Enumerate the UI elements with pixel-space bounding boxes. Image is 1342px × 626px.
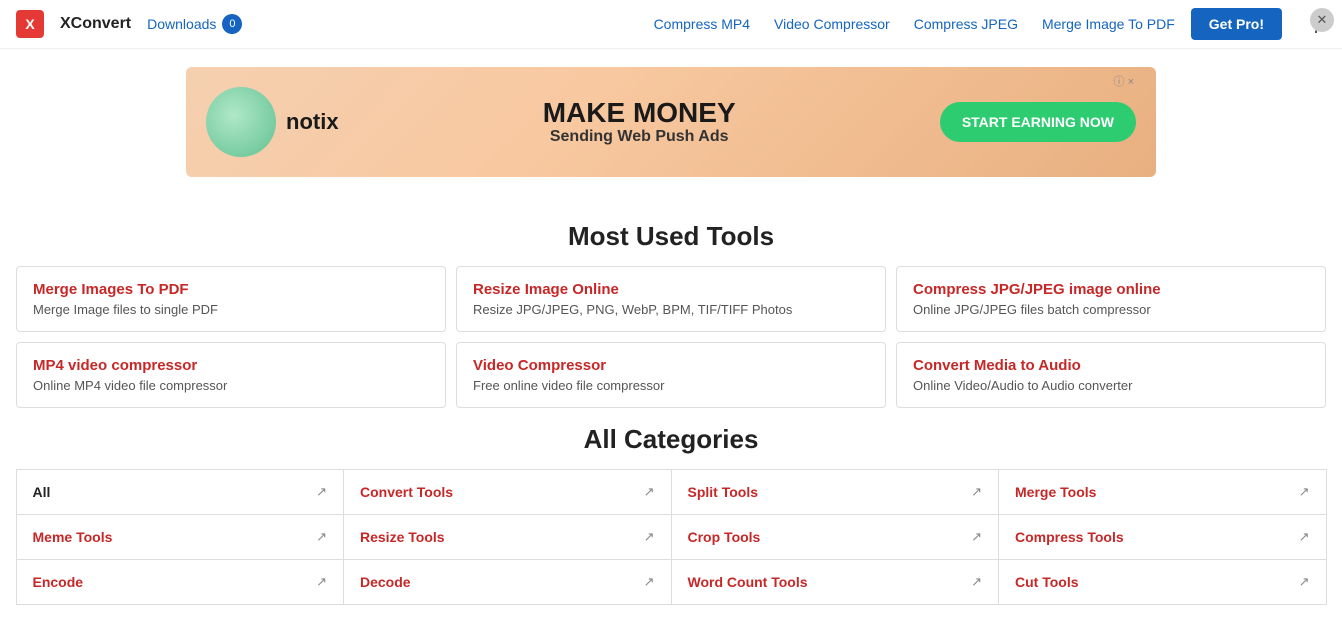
category-cut-tools-label: Cut Tools xyxy=(1015,574,1079,590)
category-cut-tools[interactable]: Cut Tools ↗ xyxy=(998,559,1327,605)
tool-card-desc-1: Resize JPG/JPEG, PNG, WebP, BPM, TIF/TIF… xyxy=(473,302,869,317)
category-convert-tools[interactable]: Convert Tools ↗ xyxy=(343,469,672,515)
tool-card-title-5: Convert Media to Audio xyxy=(913,357,1309,374)
category-merge-tools-label: Merge Tools xyxy=(1015,484,1096,500)
external-link-icon-5: ↗ xyxy=(644,529,655,545)
category-meme-tools-label: Meme Tools xyxy=(33,529,113,545)
header: X XConvert Downloads 0 Compress MP4 Vide… xyxy=(0,0,1342,49)
category-compress-tools[interactable]: Compress Tools ↗ xyxy=(998,514,1327,560)
tool-card-title-3: MP4 video compressor xyxy=(33,357,429,374)
category-split-tools[interactable]: Split Tools ↗ xyxy=(671,469,1000,515)
external-link-icon-7: ↗ xyxy=(1299,529,1310,545)
ad-subline: Sending Web Push Ads xyxy=(359,128,920,146)
category-all-label: All xyxy=(33,484,51,500)
nav-merge-image-to-pdf[interactable]: Merge Image To PDF xyxy=(1042,16,1175,32)
external-link-icon-3: ↗ xyxy=(1299,484,1310,500)
category-word-count-tools[interactable]: Word Count Tools ↗ xyxy=(671,559,1000,605)
tool-card-0[interactable]: Merge Images To PDF Merge Image files to… xyxy=(16,266,446,332)
category-compress-tools-label: Compress Tools xyxy=(1015,529,1124,545)
tool-card-3[interactable]: MP4 video compressor Online MP4 video fi… xyxy=(16,342,446,408)
tool-card-desc-0: Merge Image files to single PDF xyxy=(33,302,429,317)
tool-card-desc-2: Online JPG/JPEG files batch compressor xyxy=(913,302,1309,317)
downloads-badge: 0 xyxy=(222,14,242,34)
notix-circle-decoration xyxy=(206,87,276,157)
tool-card-title-0: Merge Images To PDF xyxy=(33,281,429,298)
external-link-icon-11: ↗ xyxy=(1299,574,1310,590)
external-link-icon-1: ↗ xyxy=(644,484,655,500)
tool-card-title-1: Resize Image Online xyxy=(473,281,869,298)
ad-cta-button[interactable]: START EARNING NOW xyxy=(940,102,1136,142)
external-link-icon-9: ↗ xyxy=(644,574,655,590)
tool-card-2[interactable]: Compress JPG/JPEG image online Online JP… xyxy=(896,266,1326,332)
nav-compress-jpeg[interactable]: Compress JPEG xyxy=(914,16,1018,32)
category-encode[interactable]: Encode ↗ xyxy=(16,559,345,605)
categories-grid: All ↗ Convert Tools ↗ Split Tools ↗ Merg… xyxy=(16,469,1326,604)
nav-video-compressor[interactable]: Video Compressor xyxy=(774,16,890,32)
most-used-title: Most Used Tools xyxy=(16,221,1326,252)
nav-compress-mp4[interactable]: Compress MP4 xyxy=(654,16,750,32)
category-decode[interactable]: Decode ↗ xyxy=(343,559,672,605)
category-resize-tools[interactable]: Resize Tools ↗ xyxy=(343,514,672,560)
external-link-icon-4: ↗ xyxy=(316,529,327,545)
ad-banner: notix MAKE MONEY Sending Web Push Ads ST… xyxy=(186,67,1156,177)
tool-card-desc-3: Online MP4 video file compressor xyxy=(33,378,429,393)
downloads-link[interactable]: Downloads 0 xyxy=(147,14,242,34)
downloads-label: Downloads xyxy=(147,16,216,32)
tool-card-title-4: Video Compressor xyxy=(473,357,869,374)
page-close-button[interactable]: ✕ xyxy=(1310,8,1334,32)
external-link-icon-8: ↗ xyxy=(316,574,327,590)
notix-brand: notix xyxy=(286,109,339,135)
tool-card-desc-5: Online Video/Audio to Audio converter xyxy=(913,378,1309,393)
tool-card-5[interactable]: Convert Media to Audio Online Video/Audi… xyxy=(896,342,1326,408)
all-categories-title: All Categories xyxy=(16,424,1326,455)
tool-card-4[interactable]: Video Compressor Free online video file … xyxy=(456,342,886,408)
category-resize-tools-label: Resize Tools xyxy=(360,529,445,545)
category-crop-tools[interactable]: Crop Tools ↗ xyxy=(671,514,1000,560)
category-decode-label: Decode xyxy=(360,574,411,590)
tool-card-1[interactable]: Resize Image Online Resize JPG/JPEG, PNG… xyxy=(456,266,886,332)
brand-name: XConvert xyxy=(60,15,131,33)
external-link-icon-2: ↗ xyxy=(971,484,982,500)
main-content: Most Used Tools Merge Images To PDF Merg… xyxy=(0,195,1342,614)
category-crop-tools-label: Crop Tools xyxy=(688,529,761,545)
external-link-icon-10: ↗ xyxy=(971,574,982,590)
external-link-icon-6: ↗ xyxy=(971,529,982,545)
get-pro-button[interactable]: Get Pro! xyxy=(1191,8,1282,40)
category-word-count-tools-label: Word Count Tools xyxy=(688,574,808,590)
category-split-tools-label: Split Tools xyxy=(688,484,759,500)
tool-card-title-2: Compress JPG/JPEG image online xyxy=(913,281,1309,298)
tool-card-desc-4: Free online video file compressor xyxy=(473,378,869,393)
logo-icon: X xyxy=(16,10,44,38)
category-merge-tools[interactable]: Merge Tools ↗ xyxy=(998,469,1327,515)
external-link-icon-0: ↗ xyxy=(316,484,327,500)
category-all[interactable]: All ↗ xyxy=(16,469,345,515)
category-convert-tools-label: Convert Tools xyxy=(360,484,453,500)
ad-headline: MAKE MONEY xyxy=(359,98,920,129)
ad-info[interactable]: ⓘ × xyxy=(1114,73,1134,89)
most-used-tools-grid: Merge Images To PDF Merge Image files to… xyxy=(16,266,1326,408)
category-encode-label: Encode xyxy=(33,574,84,590)
nav-links: Compress MP4 Video Compressor Compress J… xyxy=(654,16,1175,32)
category-meme-tools[interactable]: Meme Tools ↗ xyxy=(16,514,345,560)
